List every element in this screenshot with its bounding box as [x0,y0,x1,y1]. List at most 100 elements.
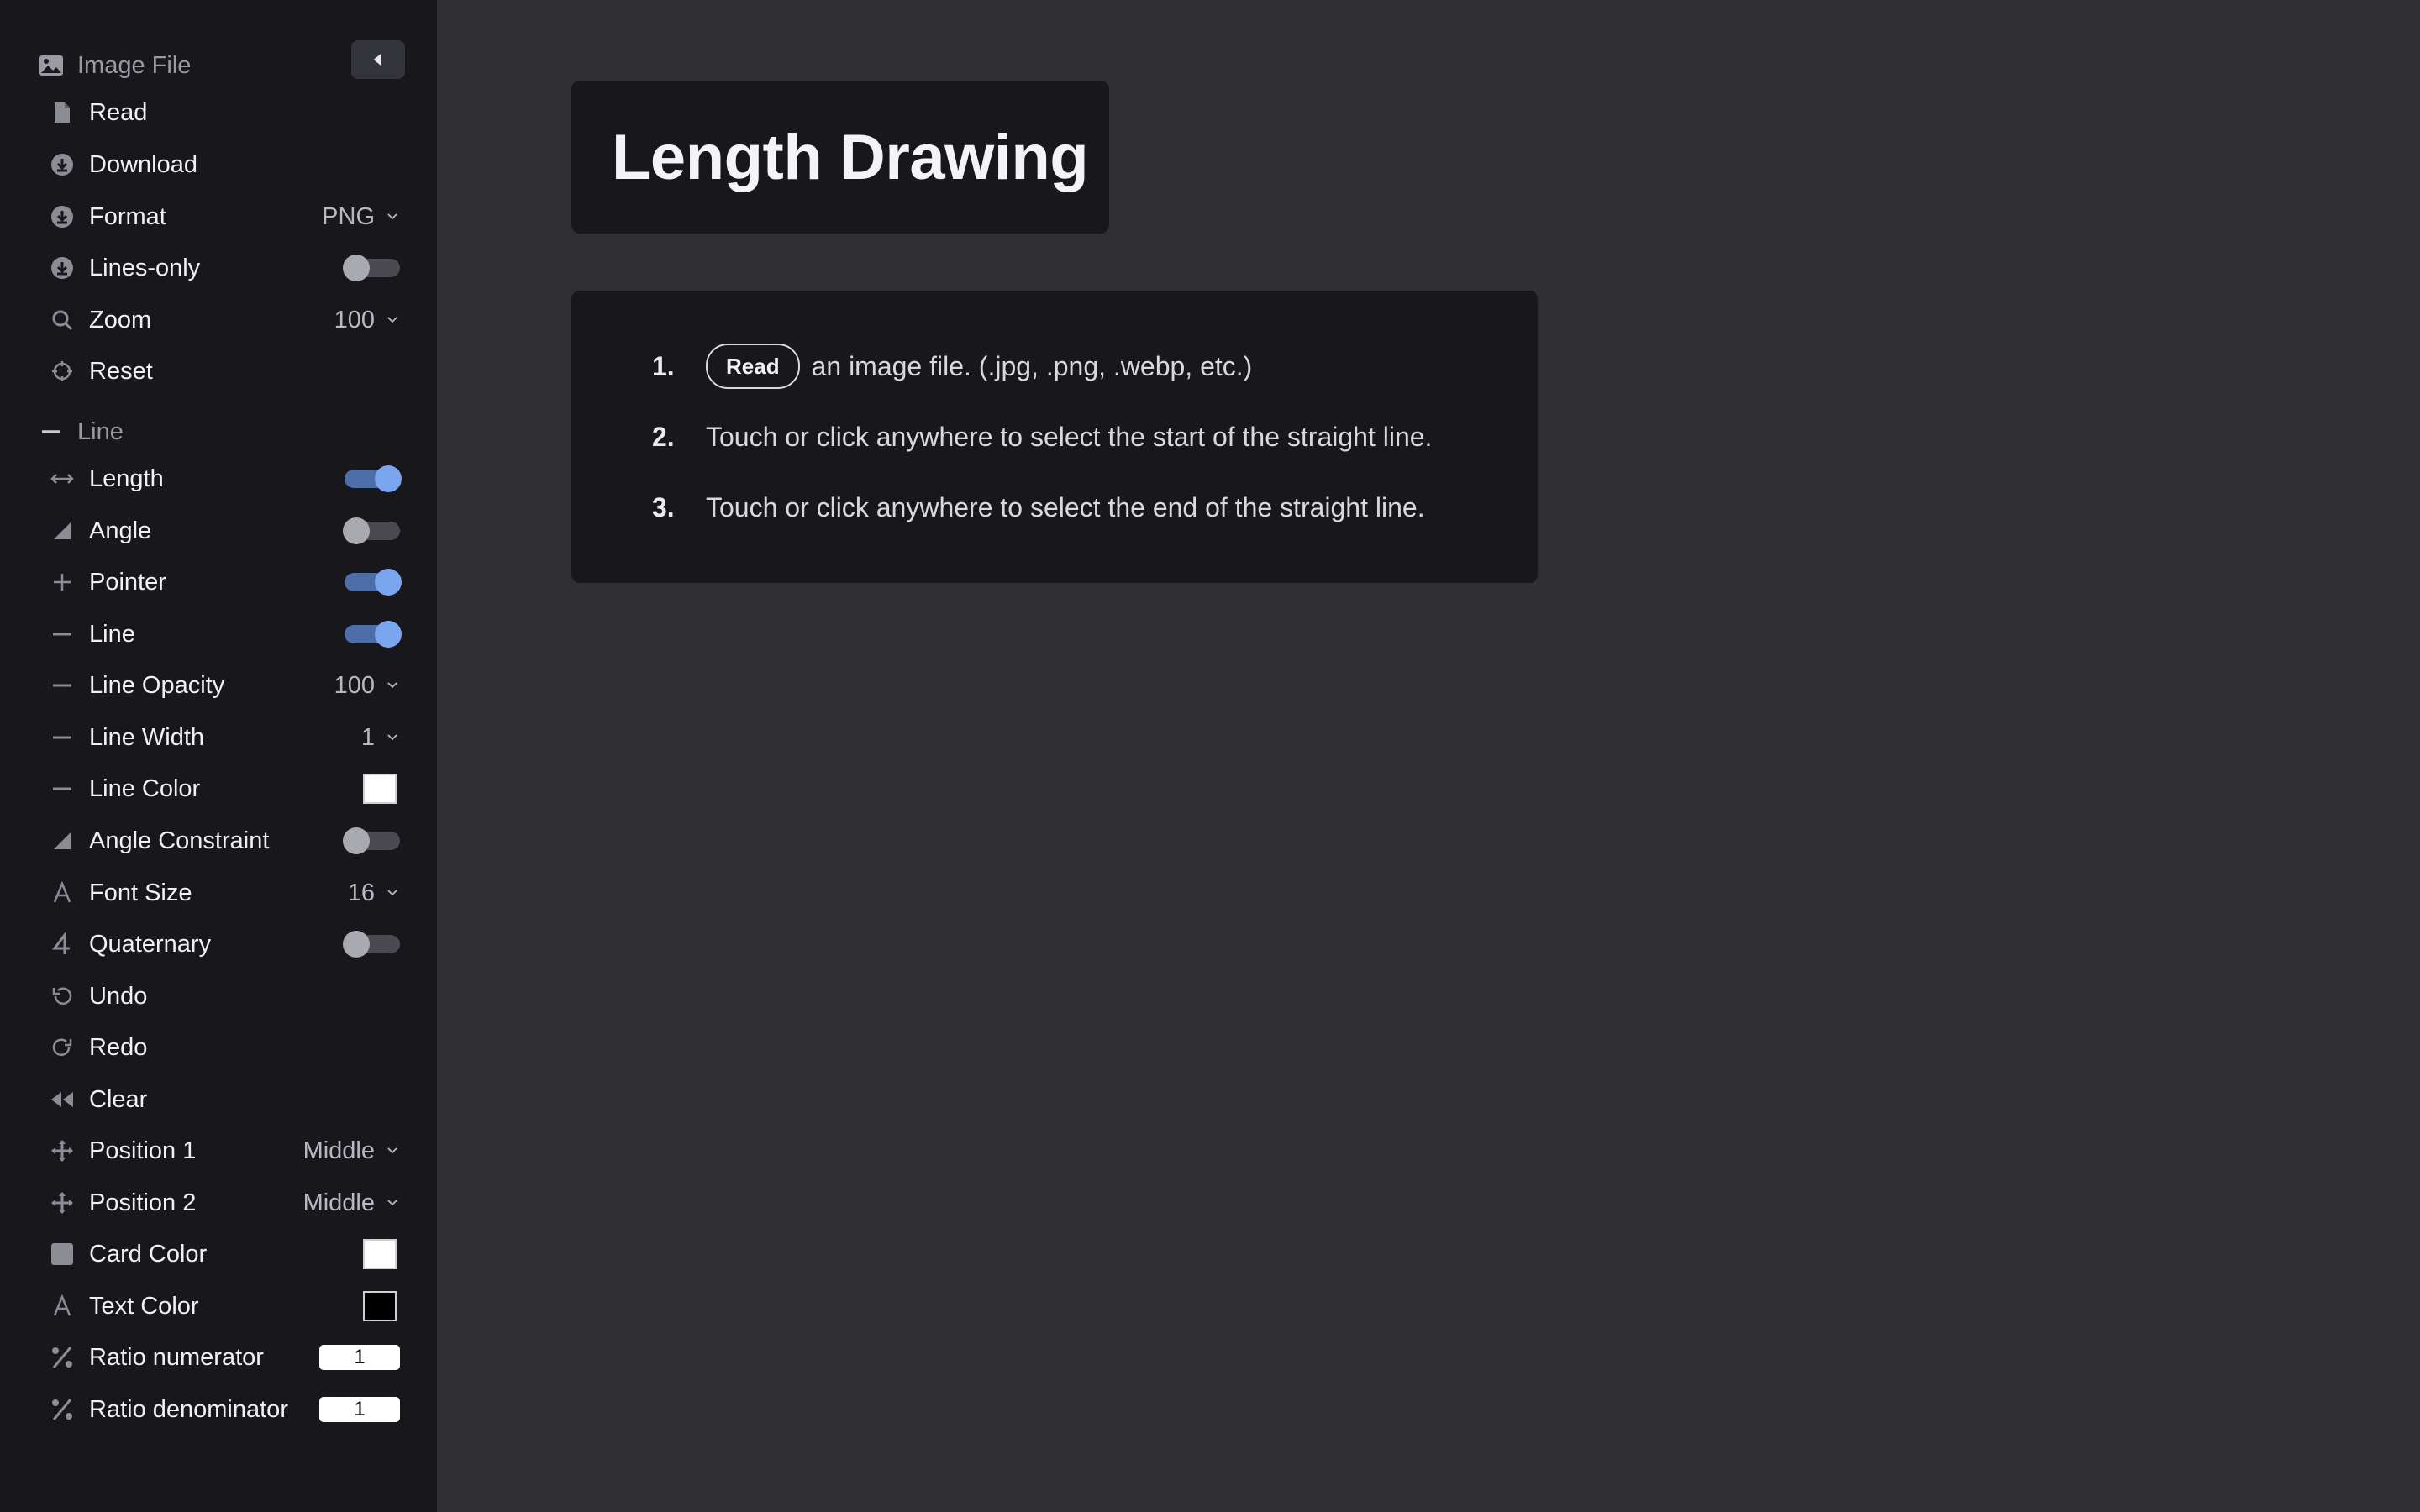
square-icon [47,1239,77,1269]
line-opacity-select[interactable]: Line Opacity 100 [47,662,403,709]
section-header-label: Line [77,417,124,445]
reset-button[interactable]: Reset [47,348,403,395]
angle-icon [47,516,77,546]
redo-icon [47,1032,77,1063]
card-color-label: Card Color [89,1240,208,1268]
lines-only-toggle[interactable] [343,255,400,281]
position-1-select[interactable]: Position 1 Middle [47,1127,403,1174]
position-2-value: Middle [303,1189,398,1217]
line-width-value: 1 [361,724,398,752]
chevron-down-icon [387,213,397,220]
text-color-row[interactable]: Text Color [47,1283,403,1330]
position-1-label: Position 1 [89,1137,197,1164]
line-color-swatch[interactable] [363,774,397,804]
plus-icon [47,567,77,597]
percent-icon [47,1342,77,1373]
length-toggle-row[interactable]: Length [47,455,403,502]
page-title: Length Drawing [612,121,1089,193]
pointer-toggle-row[interactable]: Pointer [47,559,403,606]
redo-button[interactable]: Redo [47,1024,403,1071]
line-toggle[interactable] [345,621,402,648]
read-label: Read [89,98,148,126]
format-select[interactable]: Format PNG [47,193,403,240]
minus-icon [47,774,77,804]
chevron-down-icon [387,317,397,323]
lines-only-toggle-row[interactable]: Lines-only [47,244,403,291]
lines-only-label: Lines-only [89,254,201,281]
line-opacity-value: 100 [334,672,398,700]
line-color-label: Line Color [89,774,201,802]
line-toggle-row[interactable]: Line [47,611,403,658]
read-inline-button[interactable]: Read [706,344,800,389]
line-width-select[interactable]: Line Width 1 [47,714,403,761]
clear-label: Clear [89,1085,148,1113]
chevron-down-icon [387,1147,397,1154]
quaternary-toggle-row[interactable]: Quaternary [47,921,403,968]
line-color-row[interactable]: Line Color [47,765,403,812]
minus-icon [47,670,77,701]
reset-label: Reset [89,357,153,385]
angle-toggle[interactable] [343,517,400,544]
undo-button[interactable]: Undo [47,973,403,1020]
ratio-numerator-row: Ratio numerator [47,1334,403,1381]
line-opacity-label: Line Opacity [89,671,225,699]
chevron-down-icon [387,682,397,689]
font-size-value-text: 16 [347,879,375,906]
step-text: Touch or click anywhere to select the en… [706,491,1425,522]
length-toggle[interactable] [345,465,402,492]
position-1-value: Middle [303,1137,398,1165]
zoom-select[interactable]: Zoom 100 [47,297,403,344]
pointer-label: Pointer [89,568,166,596]
format-value: PNG [322,203,398,231]
quaternary-toggle[interactable] [343,931,400,958]
four-icon [47,929,77,959]
step-number: 2. [652,421,675,452]
position-2-select[interactable]: Position 2 Middle [47,1179,403,1226]
download-icon [47,202,77,232]
ratio-numerator-label: Ratio numerator [89,1343,264,1371]
zoom-value-text: 100 [334,306,375,333]
step-text: an image file. (.jpg, .png, .webp, etc.) [811,350,1253,381]
read-button[interactable]: Read [47,89,403,136]
instruction-step-2: 2. Touch or click anywhere to select the… [652,412,1432,462]
angle-constraint-toggle[interactable] [343,827,400,854]
angle-constraint-toggle-row[interactable]: Angle Constraint [47,817,403,864]
ratio-denominator-row: Ratio denominator [47,1386,403,1433]
image-icon [39,55,63,76]
position-1-value-text: Middle [302,1137,375,1164]
angle-icon [47,826,77,856]
minus-icon [42,430,60,433]
move-icon [47,1188,77,1218]
length-label: Length [89,465,164,492]
quaternary-label: Quaternary [89,930,212,958]
rewind-icon [47,1084,77,1115]
angle-toggle-row[interactable]: Angle [47,507,403,554]
clear-button[interactable]: Clear [47,1076,403,1123]
font-size-select[interactable]: Font Size 16 [47,869,403,916]
download-button[interactable]: Download [47,141,403,188]
section-header-image-file: Image File [39,49,191,82]
minus-icon [47,619,77,649]
text-color-label: Text Color [89,1292,199,1320]
card-color-row[interactable]: Card Color [47,1231,403,1278]
text-color-swatch[interactable] [363,1291,397,1321]
line-width-value-text: 1 [360,723,375,751]
move-icon [47,1136,77,1166]
pointer-toggle[interactable] [345,569,402,596]
section-header-label: Image File [77,51,192,79]
format-label: Format [89,202,166,230]
instruction-step-3: 3. Touch or click anywhere to select the… [652,482,1425,533]
triangle-left-icon [373,53,381,66]
ratio-numerator-input[interactable] [319,1345,400,1370]
title-card: Length Drawing [571,81,1109,234]
ratio-denominator-input[interactable] [319,1397,400,1422]
collapse-sidebar-button[interactable] [351,40,405,79]
font-size-value: 16 [348,879,398,907]
zoom-value: 100 [334,307,398,334]
position-2-value-text: Middle [302,1189,375,1216]
line-opacity-value-text: 100 [334,671,375,699]
card-color-swatch[interactable] [363,1239,397,1269]
angle-label: Angle [89,517,152,544]
redo-label: Redo [89,1033,148,1061]
download-icon [47,253,77,283]
